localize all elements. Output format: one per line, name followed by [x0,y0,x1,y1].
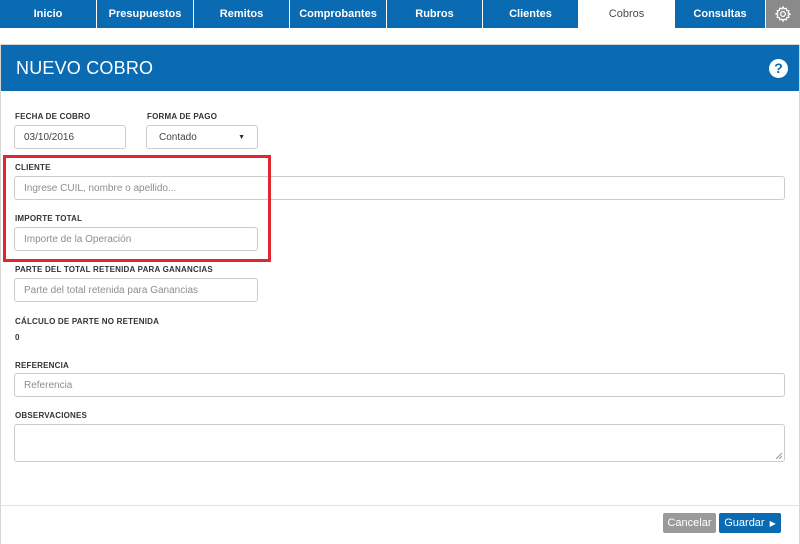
resize-handle-icon[interactable] [775,452,782,459]
tab-consultas[interactable]: Consultas [675,0,766,28]
cancel-button[interactable]: Cancelar [663,513,716,533]
tab-comprobantes[interactable]: Comprobantes [290,0,387,28]
caret-right-icon: ▶ [769,518,776,528]
tab-cobros[interactable]: Cobros [579,0,675,28]
calculo-label: CÁLCULO DE PARTE NO RETENIDA [15,317,160,326]
observaciones-label: OBSERVACIONES [15,411,88,420]
tab-presupuestos[interactable]: Presupuestos [97,0,194,28]
top-navigation: Inicio Presupuestos Remitos Comprobantes… [0,0,800,28]
retenida-input[interactable]: Parte del total retenida para Ganancias [14,278,258,302]
gear-icon [774,5,792,23]
referencia-label: REFERENCIA [15,361,70,370]
chevron-down-icon: ▼ [238,133,245,141]
forma-pago-label: FORMA DE PAGO [147,112,218,121]
tab-clientes[interactable]: Clientes [483,0,579,28]
save-button[interactable]: Guardar ▶ [719,513,781,533]
calculo-value: 0 [15,333,20,342]
fecha-cobro-field[interactable]: 03/10/2016 [14,125,126,149]
tab-rubros[interactable]: Rubros [387,0,483,28]
panel-header: NUEVO COBRO ? [1,45,799,91]
forma-pago-selected: Contado [159,131,197,143]
footer-divider [0,505,800,506]
referencia-input[interactable]: Referencia [14,373,785,397]
page-title: NUEVO COBRO [16,57,154,78]
help-icon[interactable]: ? [769,58,788,78]
settings-button[interactable] [766,0,800,28]
forma-pago-select[interactable]: Contado ▼ [146,125,258,149]
observaciones-textarea[interactable] [14,424,785,462]
tab-remitos[interactable]: Remitos [194,0,290,28]
tab-inicio[interactable]: Inicio [0,0,97,28]
retenida-label: PARTE DEL TOTAL RETENIDA PARA GANANCIAS [15,265,213,274]
save-button-label: Guardar [724,517,765,529]
fecha-cobro-label: FECHA DE COBRO [15,112,91,121]
highlight-box [3,155,271,262]
